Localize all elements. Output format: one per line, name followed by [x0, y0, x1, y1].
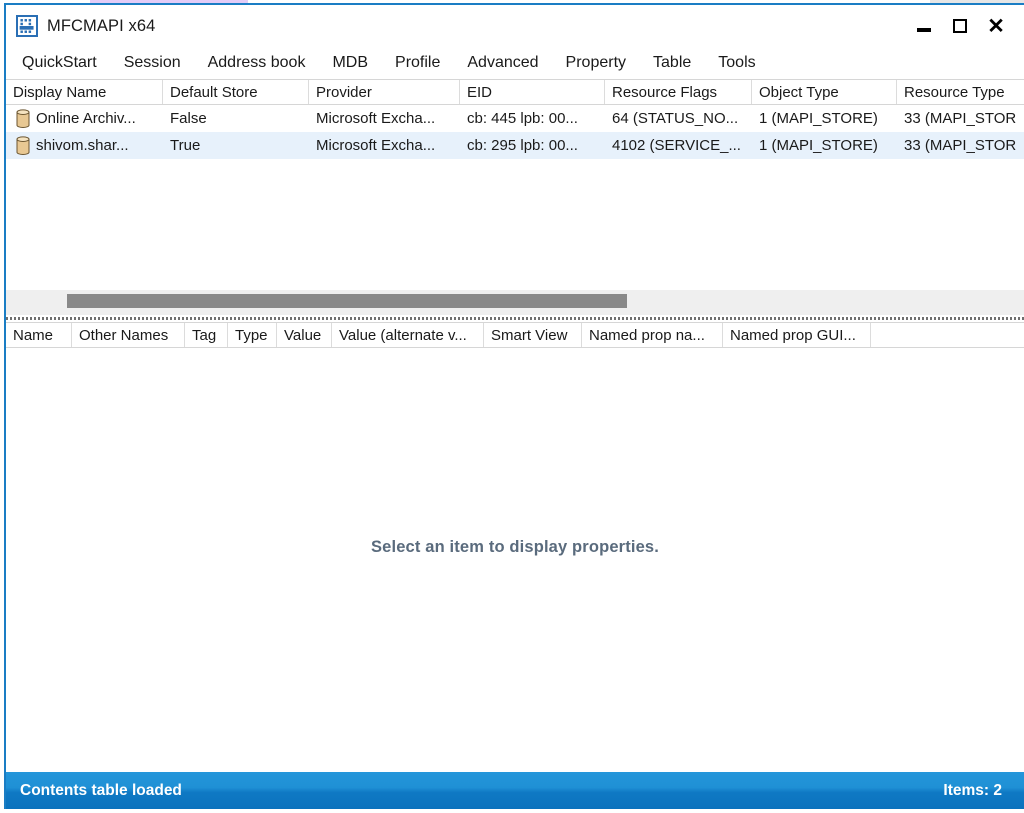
table-cell: 4102 (SERVICE_...	[612, 137, 741, 154]
application-window: MFCMAPI x64 ✕ QuickStart Session Address…	[4, 3, 1024, 809]
minimize-icon	[917, 27, 931, 32]
column-header-resource-type[interactable]: Resource Type	[897, 80, 1024, 104]
menu-item-mdb[interactable]: MDB	[332, 51, 383, 75]
column-header-named-prop-na[interactable]: Named prop na...	[582, 323, 723, 347]
window-controls: ✕	[906, 5, 1014, 47]
window-title: MFCMAPI x64	[47, 16, 156, 35]
table-cell: 1 (MAPI_STORE)	[759, 110, 878, 127]
title-bar[interactable]: MFCMAPI x64 ✕	[6, 5, 1024, 47]
status-message: Contents table loaded	[20, 781, 182, 799]
property-list-body[interactable]: Select an item to display properties.	[6, 348, 1024, 772]
column-header-value[interactable]: Value	[277, 323, 332, 347]
maximize-icon	[953, 19, 967, 33]
table-row[interactable]: Online Archiv... False Microsoft Excha... c…	[6, 105, 1024, 132]
table-cell: Microsoft Excha...	[316, 110, 436, 127]
column-header-display-name[interactable]: Display Name	[6, 80, 163, 104]
table-cell: 33 (MAPI_STOR	[904, 110, 1017, 127]
pane-splitter[interactable]	[6, 315, 1024, 322]
menu-item-advanced[interactable]: Advanced	[467, 51, 553, 75]
column-header-value-alternate-v[interactable]: Value (alternate v...	[332, 323, 484, 347]
menu-bar: QuickStart Session Address book MDB Prof…	[6, 47, 1024, 79]
stores-list-view: Display Name Default Store Provider EID Reso…	[6, 79, 1024, 315]
store-icon	[16, 136, 30, 155]
scrollbar-thumb[interactable]	[67, 294, 627, 308]
status-bar: Contents table loaded Items: 2	[6, 772, 1024, 809]
desktop-background: MFCMAPI x64 ✕ QuickStart Session Address…	[0, 0, 1024, 813]
store-icon	[16, 109, 30, 128]
column-header-default-store[interactable]: Default Store	[163, 80, 309, 104]
column-header-type[interactable]: Type	[228, 323, 277, 347]
column-header-object-type[interactable]: Object Type	[752, 80, 897, 104]
table-cell: cb: 295 lpb: 00...	[467, 137, 578, 154]
stores-horizontal-scrollbar[interactable]	[6, 290, 1024, 315]
stores-list-body[interactable]: Online Archiv... False Microsoft Excha... c…	[6, 105, 1024, 284]
table-cell-label: Online Archiv...	[36, 110, 136, 127]
table-cell-label: shivom.shar...	[36, 137, 129, 154]
menu-item-table[interactable]: Table	[653, 51, 706, 75]
table-cell: 33 (MAPI_STOR	[904, 137, 1017, 154]
status-item-count: Items: 2	[943, 781, 1002, 799]
table-cell: True	[170, 137, 201, 154]
stores-column-header-row: Display Name Default Store Provider EID Reso…	[6, 79, 1024, 105]
table-cell: 1 (MAPI_STORE)	[759, 137, 878, 154]
table-row[interactable]: shivom.shar... True Microsoft Excha... cb: …	[6, 132, 1024, 159]
table-cell: Online Archiv...	[6, 109, 163, 128]
property-column-header-row: Name Other Names Tag Type Value Value (altern…	[6, 322, 1024, 348]
column-header-named-prop-gui[interactable]: Named prop GUI...	[723, 323, 871, 347]
table-cell: False	[170, 110, 207, 127]
table-cell: shivom.shar...	[6, 136, 163, 155]
column-header-tag[interactable]: Tag	[185, 323, 228, 347]
property-list-view: Name Other Names Tag Type Value Value (altern…	[6, 322, 1024, 772]
menu-item-property[interactable]: Property	[566, 51, 641, 75]
close-button[interactable]: ✕	[978, 11, 1014, 41]
column-header-name[interactable]: Name	[6, 323, 72, 347]
menu-item-session[interactable]: Session	[124, 51, 196, 75]
empty-state-message: Select an item to display properties.	[371, 538, 659, 556]
menu-item-tools[interactable]: Tools	[718, 51, 770, 75]
column-header-provider[interactable]: Provider	[309, 80, 460, 104]
column-header-other-names[interactable]: Other Names	[72, 323, 185, 347]
minimize-button[interactable]	[906, 11, 942, 41]
menu-item-profile[interactable]: Profile	[395, 51, 455, 75]
mapi-icon	[16, 15, 38, 37]
menu-item-address-book[interactable]: Address book	[208, 51, 321, 75]
table-cell: Microsoft Excha...	[316, 137, 436, 154]
column-header-resource-flags[interactable]: Resource Flags	[605, 80, 752, 104]
column-header-eid[interactable]: EID	[460, 80, 605, 104]
maximize-button[interactable]	[942, 11, 978, 41]
menu-item-quickstart[interactable]: QuickStart	[22, 51, 112, 75]
table-cell: cb: 445 lpb: 00...	[467, 110, 578, 127]
table-cell: 64 (STATUS_NO...	[612, 110, 739, 127]
close-icon: ✕	[987, 14, 1005, 38]
column-header-smart-view[interactable]: Smart View	[484, 323, 582, 347]
